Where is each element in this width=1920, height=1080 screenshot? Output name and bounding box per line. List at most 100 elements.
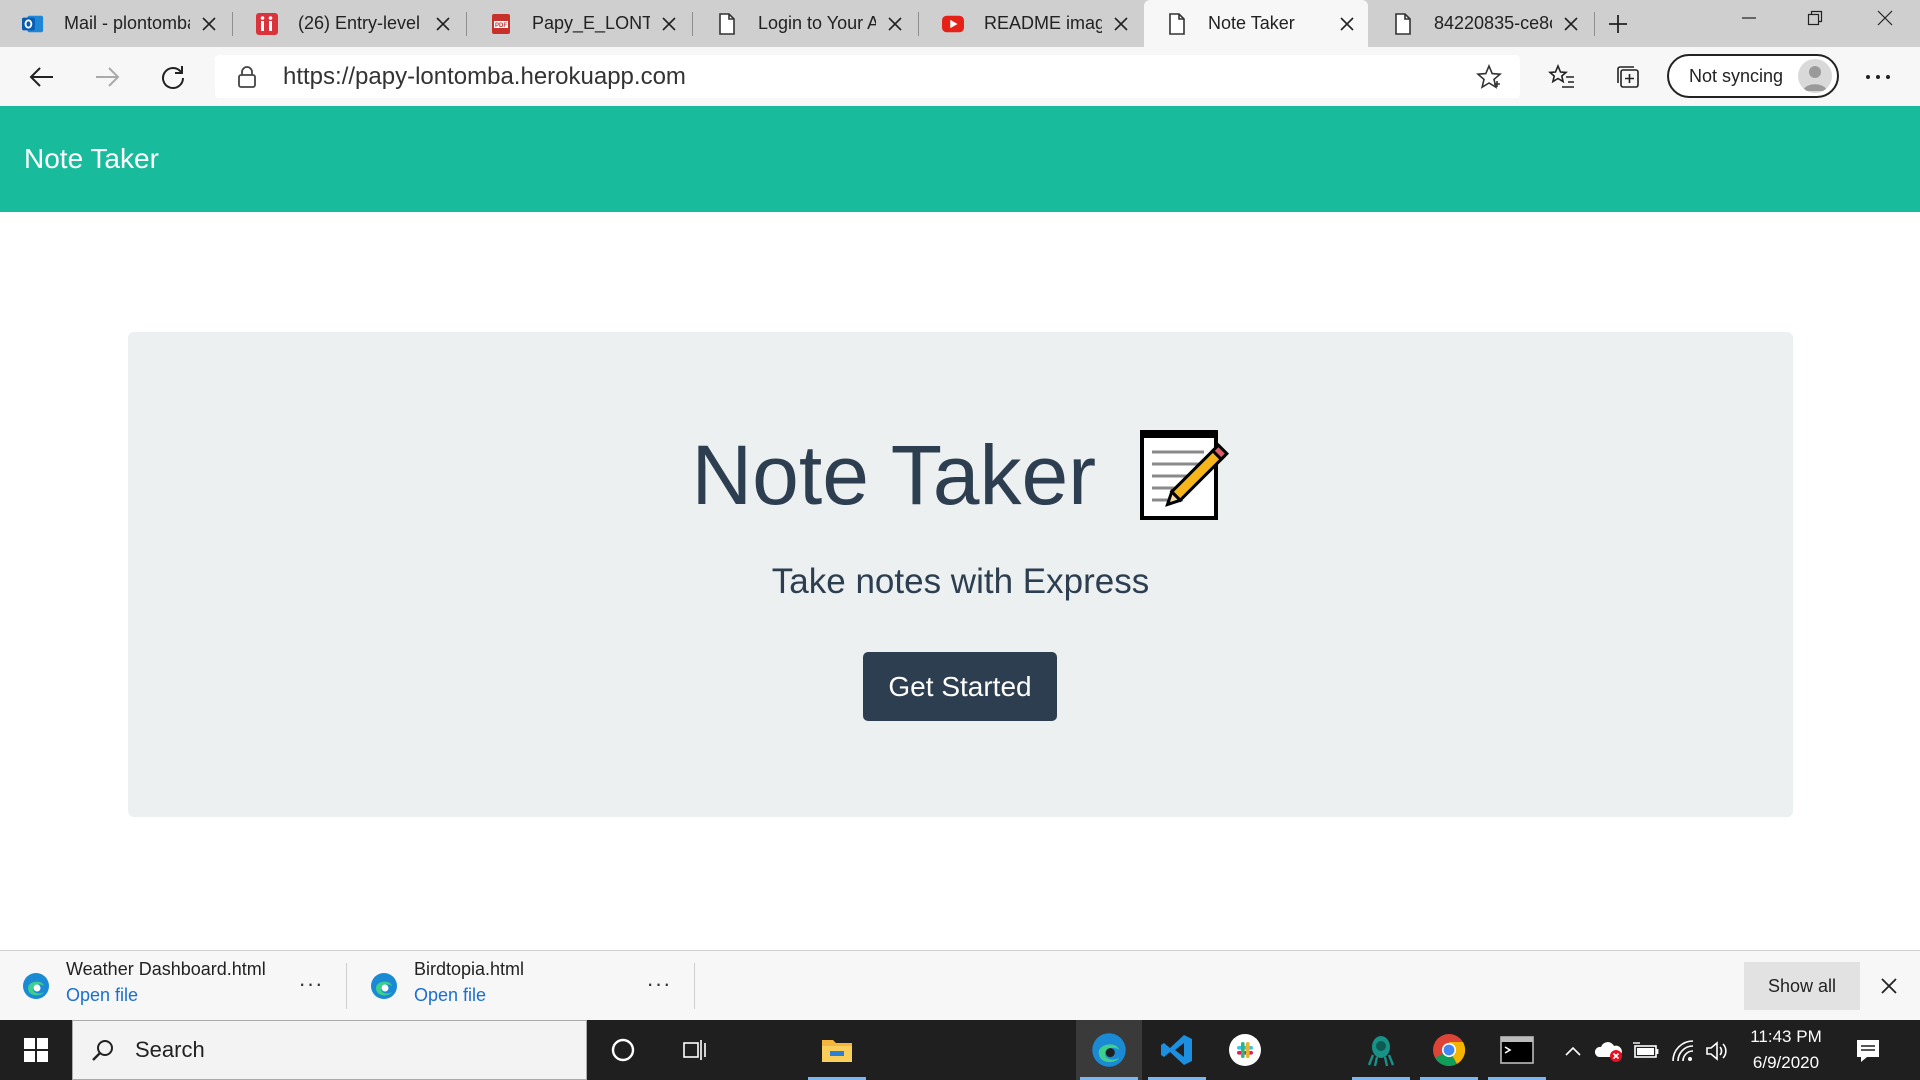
clock-time: 11:43 PM	[1750, 1027, 1822, 1046]
tab-separator	[918, 12, 919, 36]
open-file-link[interactable]: Open file	[414, 985, 486, 1006]
show-all-downloads-button[interactable]: Show all	[1744, 962, 1860, 1010]
favorite-star-icon[interactable]	[1476, 63, 1502, 95]
close-window-button[interactable]	[1852, 0, 1918, 36]
hero-jumbotron: Note Taker Take notes with Express Get S…	[128, 332, 1793, 817]
terminal-icon	[1500, 1036, 1534, 1064]
tab-mail[interactable]: Mail - plontomba	[0, 0, 230, 47]
minimize-button[interactable]	[1716, 0, 1782, 36]
close-icon[interactable]	[884, 13, 906, 35]
collections-button[interactable]	[1606, 55, 1650, 99]
tab-separator	[232, 12, 233, 36]
navbar-brand-link[interactable]: Note Taker	[24, 143, 159, 175]
close-downloads-button[interactable]	[1874, 971, 1904, 1001]
open-file-link[interactable]: Open file	[66, 985, 138, 1006]
close-icon[interactable]	[1336, 13, 1358, 35]
taskbar-clock[interactable]: 11:43 PM 6/9/2020	[1738, 1024, 1834, 1076]
browser-tab-strip: Mail - plontomba (26) Entry-level PDF Pa…	[0, 0, 1920, 47]
close-icon	[1881, 978, 1897, 994]
action-center-button[interactable]	[1850, 1034, 1886, 1068]
tab-youtube[interactable]: README images	[920, 0, 1142, 47]
download-separator	[694, 963, 695, 1009]
lock-icon[interactable]	[237, 65, 257, 94]
site-navbar: Note Taker	[0, 106, 1920, 212]
refresh-icon	[162, 66, 184, 89]
page-lead-text: Take notes with Express	[771, 562, 1150, 601]
avatar	[1798, 59, 1832, 93]
tab-note-taker[interactable]: Note Taker	[1144, 0, 1368, 47]
windows-taskbar: Search 11:43 PM 6/9/2020	[0, 1020, 1920, 1080]
chrome-taskbar-button[interactable]	[1416, 1020, 1482, 1080]
tab-title: (26) Entry-level	[298, 13, 421, 33]
svg-text:PDF: PDF	[495, 23, 507, 29]
tab-login[interactable]: Login to Your Account	[694, 0, 916, 47]
tab-pdf[interactable]: PDF Papy_E_LONTOMBA	[468, 0, 690, 47]
show-hidden-icons-chevron-icon[interactable]	[1560, 1038, 1586, 1064]
browser-toolbar: https://papy-lontomba.herokuapp.com Not …	[0, 47, 1920, 106]
chrome-icon	[1433, 1034, 1466, 1067]
tab-title: Mail - plontomba	[64, 13, 190, 33]
memo-emoji-icon	[1134, 426, 1230, 522]
plus-icon	[1609, 15, 1627, 33]
tab-file[interactable]: 84220835-ce8c	[1370, 0, 1592, 47]
forward-button[interactable]	[85, 55, 129, 99]
pdf-icon: PDF	[490, 13, 512, 35]
refresh-button[interactable]	[151, 55, 195, 99]
clock-date: 6/9/2020	[1752, 1053, 1820, 1072]
close-icon[interactable]	[658, 13, 680, 35]
gitkraken-taskbar-button[interactable]	[1348, 1020, 1414, 1080]
tab-separator	[466, 12, 467, 36]
task-view-button[interactable]	[662, 1020, 728, 1080]
edge-taskbar-button[interactable]	[1076, 1020, 1142, 1080]
outlook-icon	[22, 13, 44, 35]
favorites-list-icon	[1548, 64, 1574, 88]
settings-menu-button[interactable]	[1856, 55, 1900, 99]
tab-indeed[interactable]: (26) Entry-level	[234, 0, 464, 47]
wifi-icon[interactable]	[1670, 1038, 1696, 1064]
search-icon	[91, 1038, 115, 1062]
cortana-button[interactable]	[590, 1020, 656, 1080]
address-bar[interactable]: https://papy-lontomba.herokuapp.com	[215, 55, 1520, 98]
start-button[interactable]	[0, 1020, 72, 1080]
download-item[interactable]: Weather Dashboard.html Open file ···	[0, 951, 344, 1021]
edge-file-icon	[370, 972, 398, 1000]
file-explorer-button[interactable]	[804, 1020, 870, 1080]
taskbar-search-box[interactable]: Search	[72, 1020, 587, 1080]
back-arrow-icon	[29, 67, 53, 87]
minimize-icon	[1742, 17, 1756, 19]
vscode-taskbar-button[interactable]	[1144, 1020, 1210, 1080]
tab-title: README images	[984, 13, 1102, 33]
tab-title: Login to Your Account	[758, 13, 876, 33]
sync-label: Not syncing	[1689, 65, 1784, 86]
tab-title: Papy_E_LONTOMBA	[532, 13, 650, 33]
new-tab-button[interactable]	[1598, 4, 1638, 44]
favorites-button[interactable]	[1540, 55, 1584, 99]
file-explorer-icon	[822, 1040, 852, 1062]
forward-arrow-icon	[96, 67, 120, 87]
gitkraken-icon	[1367, 1036, 1395, 1067]
more-options-icon[interactable]: ···	[296, 969, 326, 999]
get-started-button[interactable]: Get Started	[863, 652, 1057, 721]
cortana-icon	[611, 1038, 635, 1062]
terminal-taskbar-button[interactable]	[1484, 1020, 1550, 1080]
more-options-icon[interactable]: ···	[644, 969, 674, 999]
restore-button[interactable]	[1782, 0, 1848, 36]
download-filename: Birdtopia.html	[414, 959, 525, 979]
onedrive-error-icon[interactable]	[1594, 1038, 1624, 1064]
close-icon[interactable]	[1110, 13, 1132, 35]
page-title-text: Note Taker	[691, 428, 1097, 522]
download-item[interactable]: Birdtopia.html Open file ···	[348, 951, 692, 1021]
back-button[interactable]	[20, 55, 64, 99]
battery-icon[interactable]	[1632, 1038, 1660, 1064]
close-icon[interactable]	[198, 13, 220, 35]
close-icon	[1877, 10, 1893, 26]
volume-icon[interactable]	[1704, 1038, 1730, 1064]
close-icon[interactable]	[1560, 13, 1582, 35]
restore-icon	[1807, 10, 1823, 26]
close-icon[interactable]	[432, 13, 454, 35]
page-icon	[1166, 12, 1188, 35]
download-separator	[346, 963, 347, 1009]
profile-sync-button[interactable]: Not syncing	[1667, 54, 1839, 98]
slack-taskbar-button[interactable]	[1212, 1020, 1278, 1080]
windows-logo-icon	[24, 1038, 48, 1062]
